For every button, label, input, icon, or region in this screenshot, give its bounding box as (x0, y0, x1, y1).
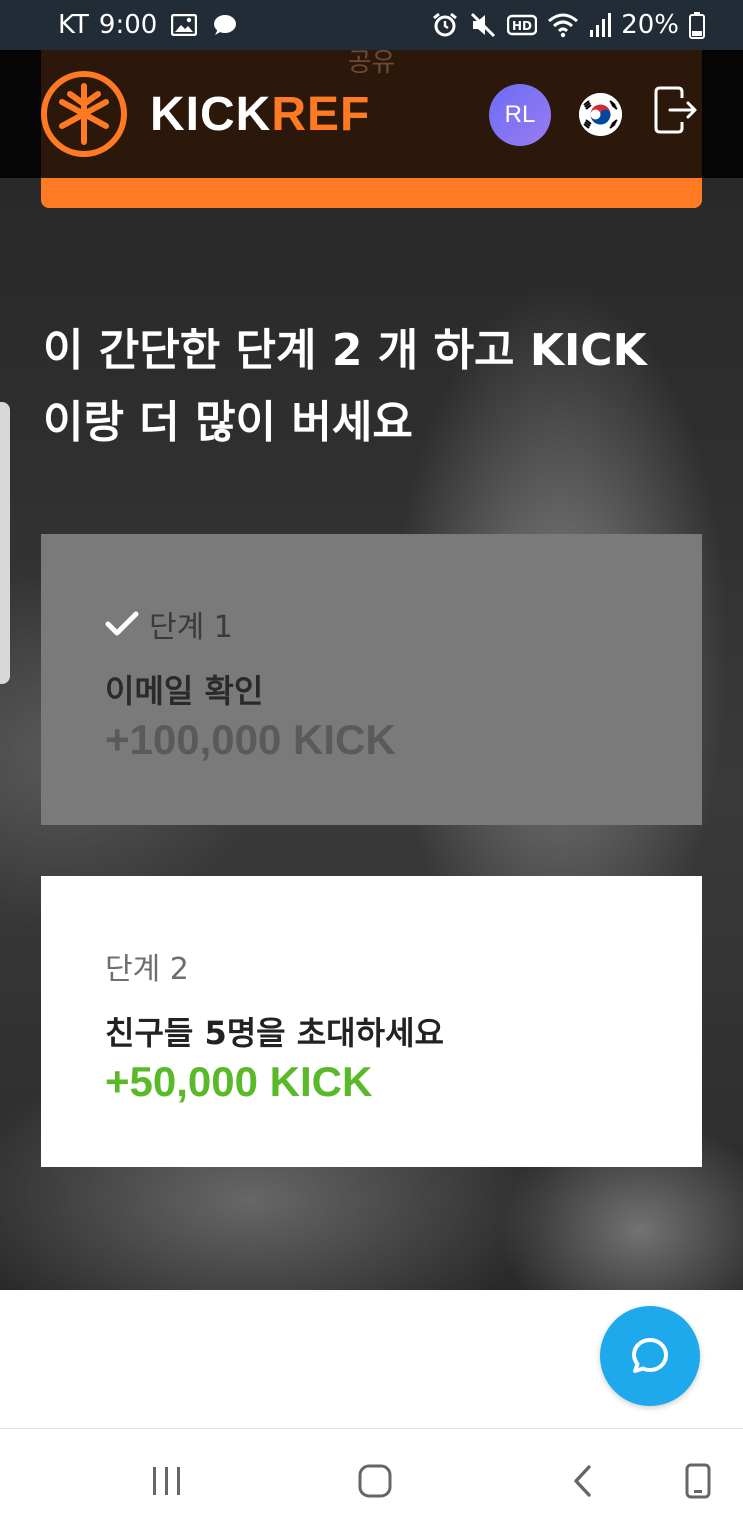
user-avatar[interactable]: RL (489, 84, 551, 146)
logo-kick-text: KICK (150, 87, 272, 141)
hero-title-line2: 이랑 더 많이 버세요 (43, 397, 413, 448)
step-2-reward: +50,000 KICK (105, 1058, 373, 1105)
wifi-icon (547, 12, 579, 38)
kickref-logo[interactable]: KICKREF (40, 70, 370, 158)
chat-bubble-icon (211, 13, 237, 37)
chat-button[interactable] (600, 1306, 700, 1406)
svg-text:HD: HD (512, 19, 532, 33)
step-1-reward: +100,000 KICK (105, 716, 396, 763)
step-1-title: 이메일 확인 (105, 672, 264, 710)
time-text: 9:00 (98, 10, 158, 40)
kickref-logo-icon (41, 71, 127, 157)
chat-icon (632, 1338, 668, 1373)
step-2-title: 친구들 5명을 초대하세요 (105, 1014, 444, 1052)
step-1-label: 단계 1 (149, 610, 233, 645)
signal-icon (589, 12, 612, 38)
step-1-label-row: 단계 1 (105, 602, 702, 646)
step-2-label: 단계 2 (105, 952, 189, 987)
mute-icon (469, 11, 497, 39)
alarm-icon (431, 11, 459, 39)
image-icon (171, 14, 198, 36)
battery-text: 20% (621, 10, 679, 40)
edge-panel-handle[interactable] (0, 402, 10, 684)
hero-title: 이 간단한 단계 2 개 하고 KICK 이랑 더 많이 버세요 (43, 320, 713, 454)
step-2-label-row: 단계 2 (105, 944, 702, 988)
checkmark-icon (105, 611, 139, 636)
hd-icon: HD (507, 14, 538, 36)
step-card-2[interactable]: 단계 2 친구들 5명을 초대하세요 +50,000 KICK (41, 876, 702, 1167)
korea-flag-icon[interactable] (579, 93, 622, 136)
logo-text: KICKREF (150, 87, 370, 142)
recent-apps-icon[interactable] (147, 1461, 187, 1501)
carrier-text: KT (58, 10, 89, 40)
battery-icon (689, 11, 705, 39)
system-nav-bar (0, 1428, 743, 1527)
logout-icon[interactable] (652, 84, 698, 136)
hero-title-line1: 이 간단한 단계 2 개 하고 KICK (43, 325, 647, 376)
back-icon[interactable] (563, 1461, 603, 1501)
rotate-icon[interactable] (678, 1461, 718, 1501)
step-card-1: 단계 1 이메일 확인 +100,000 KICK (41, 534, 702, 825)
home-icon[interactable] (355, 1461, 395, 1501)
logo-ref-text: REF (271, 87, 371, 141)
section-heading-peek (40, 1416, 640, 1428)
